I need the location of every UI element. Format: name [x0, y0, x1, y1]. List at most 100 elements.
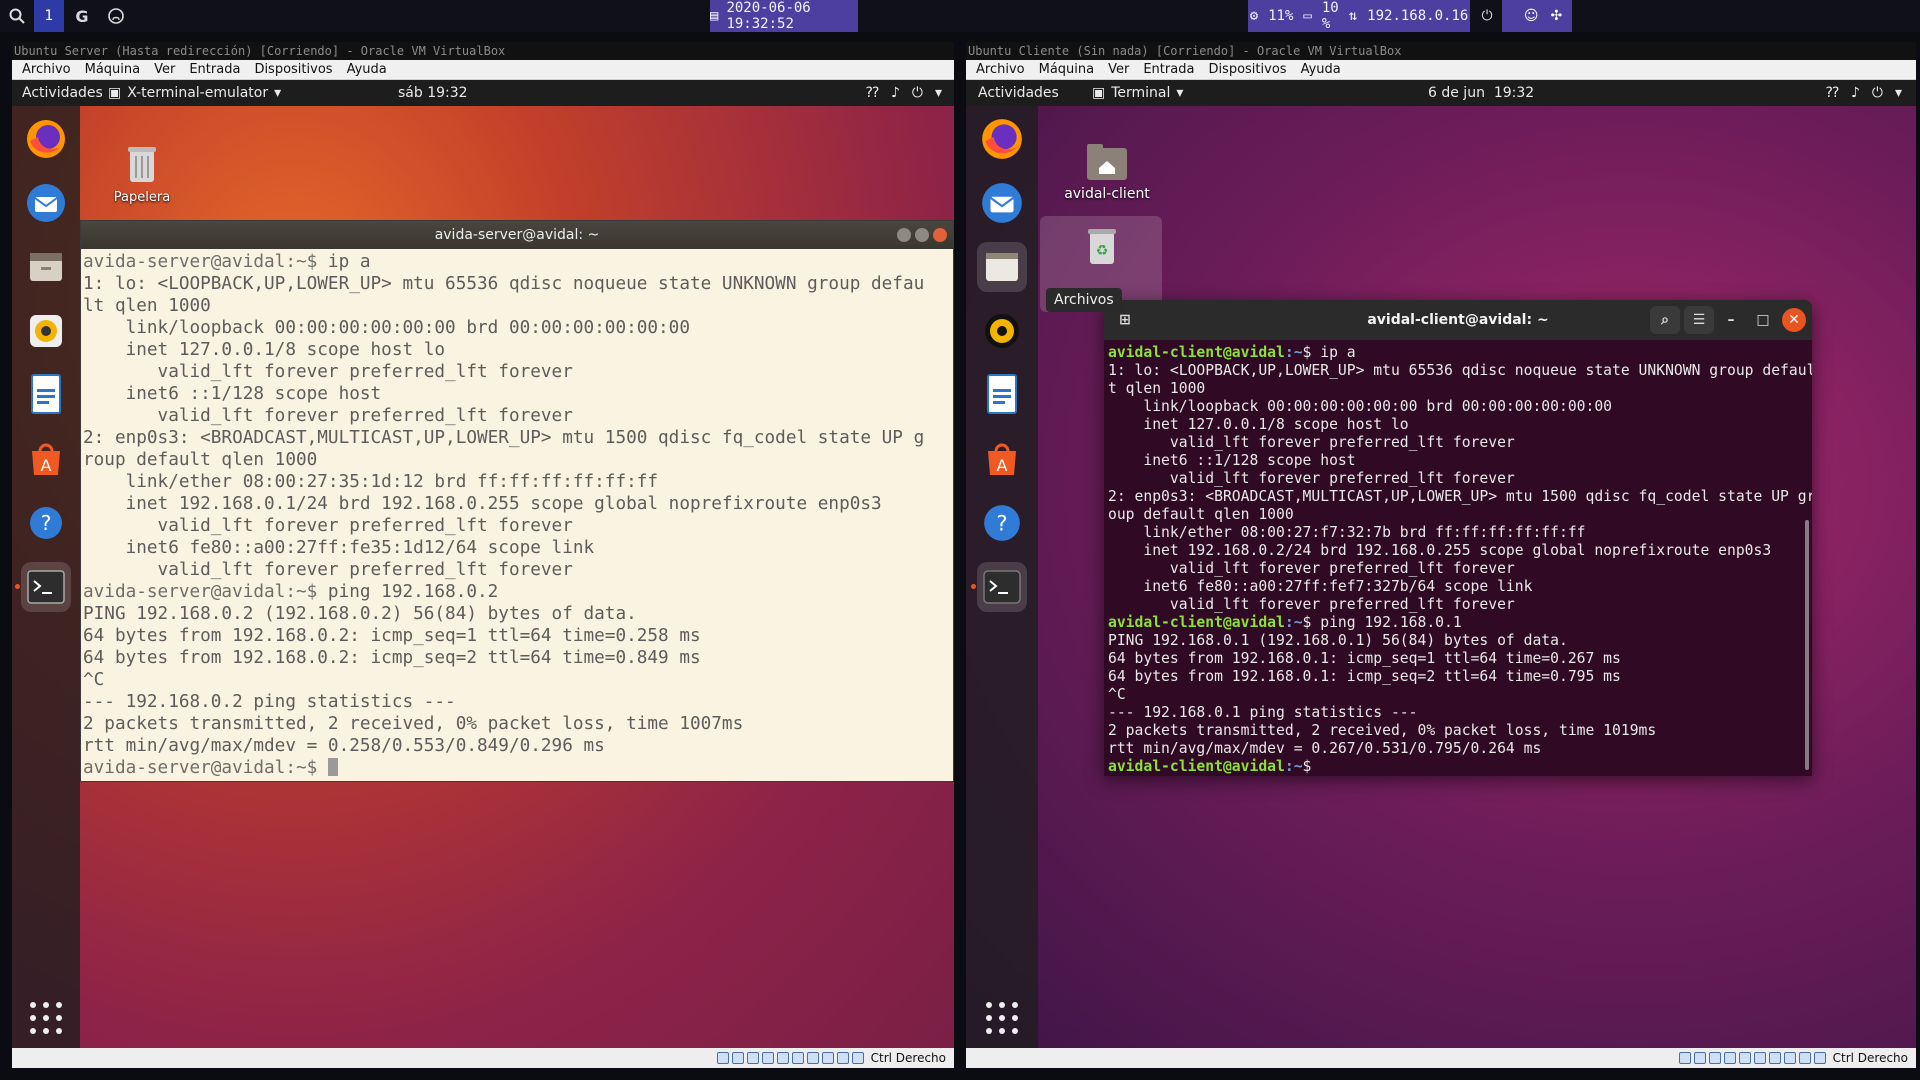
system-menu[interactable]: ⁇ ♪ ⏻ ▾ — [1826, 80, 1902, 106]
terminal-line: 64 bytes from 192.168.0.1: icmp_seq=2 tt… — [1108, 668, 1812, 686]
close-button[interactable] — [933, 228, 947, 242]
mouse-integration-icon[interactable] — [1813, 1052, 1826, 1064]
menu-dispositivos[interactable]: Dispositivos — [254, 62, 332, 77]
line-text: 64 bytes from 192.168.0.2: icmp_seq=2 tt… — [83, 648, 701, 668]
menu-ayuda[interactable]: Ayuda — [347, 62, 387, 77]
writer-icon[interactable] — [977, 370, 1027, 420]
optical-drive-icon[interactable] — [731, 1052, 744, 1064]
maximize-button[interactable]: □ — [1748, 306, 1778, 334]
usb-icon[interactable] — [1738, 1052, 1751, 1064]
files-icon[interactable] — [977, 242, 1027, 292]
shared-folder-icon[interactable] — [791, 1052, 804, 1064]
terminal-output[interactable]: avida-server@avidal:~$ ip a 1: lo: <LOOPB… — [81, 249, 953, 779]
terminal-dock-icon[interactable] — [971, 562, 1027, 612]
minimize-button[interactable]: – — [1716, 306, 1746, 334]
terminal-line: rtt min/avg/max/mdev = 0.267/0.531/0.795… — [1108, 740, 1812, 758]
mouse-integration-icon[interactable] — [851, 1052, 864, 1064]
audio-icon[interactable] — [1708, 1052, 1721, 1064]
terminal-line: rtt min/avg/max/mdev = 0.258/0.553/0.849… — [83, 735, 953, 757]
google-icon[interactable]: G — [66, 0, 98, 32]
show-applications-icon[interactable] — [30, 1002, 62, 1034]
display-icon[interactable] — [1768, 1052, 1781, 1064]
search-icon[interactable] — [0, 0, 34, 32]
panel-clock[interactable]: 6 de jun 19:32 — [1428, 80, 1534, 106]
thunderbird-icon[interactable] — [21, 178, 71, 228]
optical-drive-icon[interactable] — [1693, 1052, 1706, 1064]
running-indicator — [15, 584, 20, 589]
thunderbird-icon[interactable] — [977, 178, 1027, 228]
svg-text:A: A — [41, 456, 52, 475]
terminal-titlebar[interactable]: avida-server@avidal: ~ — [81, 221, 953, 249]
power-icon[interactable]: ⏻ — [1474, 0, 1500, 32]
terminal-prompt-line: avidal-client@avidal:~$ ip a — [1108, 344, 1812, 362]
display-icon[interactable] — [806, 1052, 819, 1064]
desktop-icon-trash[interactable]: Papelera — [102, 142, 182, 205]
app-menu[interactable]: ▣ X-terminal-emulator ▾ — [108, 80, 281, 106]
terminal-line: t qlen 1000 — [1108, 380, 1812, 398]
github-icon[interactable] — [100, 0, 132, 32]
menu-dispositivos[interactable]: Dispositivos — [1208, 62, 1286, 77]
desktop-icon-home[interactable]: avidal-client — [1052, 142, 1162, 202]
terminal-window-server[interactable]: avida-server@avidal: ~ avida-server@avid… — [80, 220, 954, 782]
menu-ver[interactable]: Ver — [1108, 62, 1129, 77]
cpu-icon[interactable] — [1798, 1052, 1811, 1064]
terminal-output[interactable]: avidal-client@avidal:~$ ip a 1: lo: <LOOP… — [1104, 340, 1812, 776]
firefox-icon[interactable] — [21, 114, 71, 164]
recording-icon[interactable] — [821, 1052, 834, 1064]
panel-clock[interactable]: sáb 19:32 — [398, 80, 468, 106]
help-icon[interactable]: ? — [21, 498, 71, 548]
usb-icon[interactable] — [776, 1052, 789, 1064]
cpu-icon[interactable] — [836, 1052, 849, 1064]
files-icon[interactable] — [21, 242, 71, 292]
clock-widget[interactable]: ▤ 2020-06-06 19:32:52 — [710, 0, 858, 32]
menu-ver[interactable]: Ver — [154, 62, 175, 77]
app-menu[interactable]: ▣ Terminal ▾ — [1092, 80, 1183, 106]
menu-maquina[interactable]: Máquina — [85, 62, 141, 77]
rhythmbox-icon[interactable] — [977, 306, 1027, 356]
terminal-dock-icon[interactable] — [15, 562, 71, 612]
menu-entrada[interactable]: Entrada — [189, 62, 240, 77]
vm-screen: Actividades ▣ Terminal ▾ 6 de jun 19:32 … — [966, 80, 1916, 1048]
menu-archivo[interactable]: Archivo — [976, 62, 1025, 77]
recording-icon[interactable] — [1783, 1052, 1796, 1064]
settings-icon[interactable]: ✣ — [1550, 8, 1562, 24]
menu-entrada[interactable]: Entrada — [1143, 62, 1194, 77]
menu-maquina[interactable]: Máquina — [1039, 62, 1095, 77]
terminal-titlebar[interactable]: ⊞ avidal-client@avidal: ~ ⌕ ☰ – □ ✕ — [1104, 300, 1812, 340]
menu-archivo[interactable]: Archivo — [22, 62, 71, 77]
discord-icon[interactable]: ☺ — [1524, 8, 1539, 24]
network-icon[interactable] — [1723, 1052, 1736, 1064]
close-button[interactable]: ✕ — [1782, 308, 1806, 332]
terminal-line: inet6 ::1/128 scope host — [1108, 452, 1812, 470]
terminal-window-client[interactable]: ⊞ avidal-client@avidal: ~ ⌕ ☰ – □ ✕ avid… — [1104, 300, 1812, 776]
desktop-icon-label: Papelera — [113, 190, 171, 205]
audio-icon[interactable] — [746, 1052, 759, 1064]
system-menu[interactable]: ⁇ ♪ ⏻ ▾ — [866, 80, 942, 106]
line-text: t qlen 1000 — [1108, 380, 1206, 397]
workspace-indicator[interactable]: 1 — [34, 0, 64, 32]
help-icon[interactable]: ? — [977, 498, 1027, 548]
activities-button[interactable]: Actividades — [22, 80, 103, 106]
vm-statusbar: Ctrl Derecho — [966, 1048, 1916, 1068]
rhythmbox-icon[interactable] — [21, 306, 71, 356]
disk-usage: 10 % — [1321, 0, 1339, 32]
terminal-title: avida-server@avidal: ~ — [434, 227, 600, 243]
search-icon[interactable]: ⌕ — [1650, 306, 1680, 334]
prompt-cwd: :~ — [1284, 758, 1303, 775]
hdd-icon[interactable] — [1678, 1052, 1691, 1064]
hamburger-menu-icon[interactable]: ☰ — [1684, 306, 1714, 334]
software-store-icon[interactable]: A — [21, 434, 71, 484]
minimize-button[interactable] — [897, 228, 911, 242]
terminal-scrollbar[interactable] — [1805, 520, 1809, 770]
maximize-button[interactable] — [915, 228, 929, 242]
network-icon[interactable] — [761, 1052, 774, 1064]
hdd-icon[interactable] — [716, 1052, 729, 1064]
software-store-icon[interactable]: A — [977, 434, 1027, 484]
firefox-icon[interactable] — [977, 114, 1027, 164]
writer-icon[interactable] — [21, 370, 71, 420]
menu-ayuda[interactable]: Ayuda — [1301, 62, 1341, 77]
shared-folder-icon[interactable] — [1753, 1052, 1766, 1064]
show-applications-icon[interactable] — [986, 1002, 1018, 1034]
activities-button[interactable]: Actividades — [978, 80, 1059, 106]
network-icon: ⁇ — [1826, 85, 1839, 101]
